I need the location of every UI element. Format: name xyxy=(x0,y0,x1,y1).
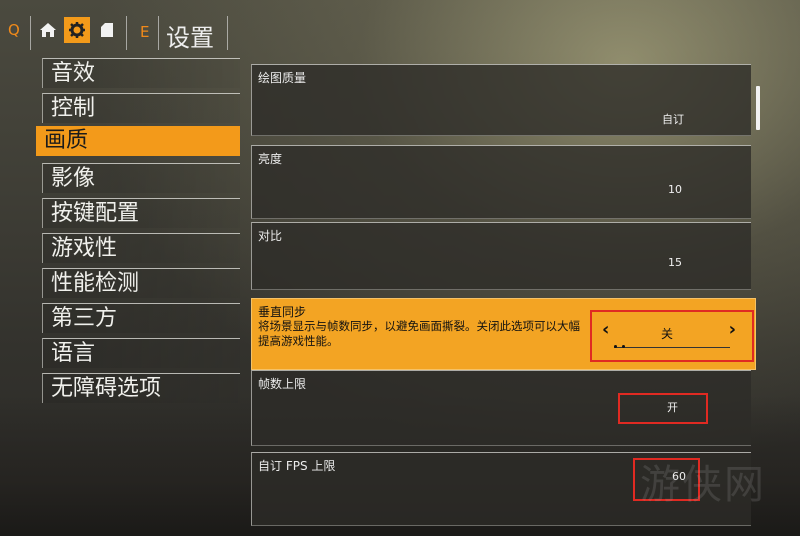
setting-brightness[interactable]: 亮度 10 xyxy=(251,145,751,219)
menu-item-language[interactable]: 语言 xyxy=(42,338,240,368)
setting-graphics-quality[interactable]: 绘图质量 自订 xyxy=(251,64,751,136)
home-icon[interactable] xyxy=(35,17,61,43)
track-dot xyxy=(614,345,617,348)
setting-contrast[interactable]: 对比 15 xyxy=(251,222,751,290)
divider xyxy=(158,16,159,50)
menu-item-controls[interactable]: 控制 xyxy=(42,93,240,123)
menu-item-third-party[interactable]: 第三方 xyxy=(42,303,240,333)
scrollbar[interactable] xyxy=(756,86,760,130)
top-bar: Q E 设置 xyxy=(8,14,238,54)
track-dot xyxy=(622,345,625,348)
chevron-right-icon[interactable]: › xyxy=(729,319,736,340)
divider xyxy=(30,16,31,50)
page-title: 设置 xyxy=(166,24,214,52)
menu-item-gameplay[interactable]: 游戏性 xyxy=(42,233,240,263)
menu-item-audio[interactable]: 音效 xyxy=(42,58,240,88)
setting-vsync[interactable]: 垂直同步 将场景显示与帧数同步，以避免画面撕裂。关闭此选项可以大幅提高游戏性能。… xyxy=(251,298,756,370)
setting-value: 自订 xyxy=(662,113,684,126)
gear-icon[interactable] xyxy=(64,17,90,43)
setting-label: 绘图质量 xyxy=(258,71,307,85)
setting-label: 垂直同步 xyxy=(258,305,307,319)
menu-item-performance[interactable]: 性能检测 xyxy=(42,268,240,298)
right-key-hint: E xyxy=(140,23,150,41)
setting-label: 自订 FPS 上限 xyxy=(258,459,336,473)
setting-description: 将场景显示与帧数同步，以避免画面撕裂。关闭此选项可以大幅提高游戏性能。 xyxy=(258,319,580,348)
divider xyxy=(126,16,127,50)
setting-label: 对比 xyxy=(258,229,283,243)
vsync-selector[interactable]: ‹ 关 › xyxy=(592,313,742,357)
setting-fps-limit[interactable]: 帧数上限 开 xyxy=(251,370,751,446)
divider xyxy=(227,16,228,50)
setting-value: 开 xyxy=(667,401,678,414)
annotation-box xyxy=(618,393,708,424)
selector-value: 关 xyxy=(660,327,673,341)
setting-value: 10 xyxy=(668,183,682,196)
left-key-hint: Q xyxy=(8,21,20,39)
setting-value: 15 xyxy=(668,256,682,269)
watermark-text: 游侠网 xyxy=(640,462,766,508)
menu-item-video[interactable]: 影像 xyxy=(42,163,240,193)
setting-label: 帧数上限 xyxy=(258,377,307,391)
menu-item-graphics[interactable]: 画质 xyxy=(36,126,240,156)
menu-item-keybindings[interactable]: 按键配置 xyxy=(42,198,240,228)
save-icon[interactable] xyxy=(94,17,120,43)
menu-item-accessibility[interactable]: 无障碍选项 xyxy=(42,373,240,403)
selector-track xyxy=(614,345,730,348)
setting-label: 亮度 xyxy=(258,152,283,166)
